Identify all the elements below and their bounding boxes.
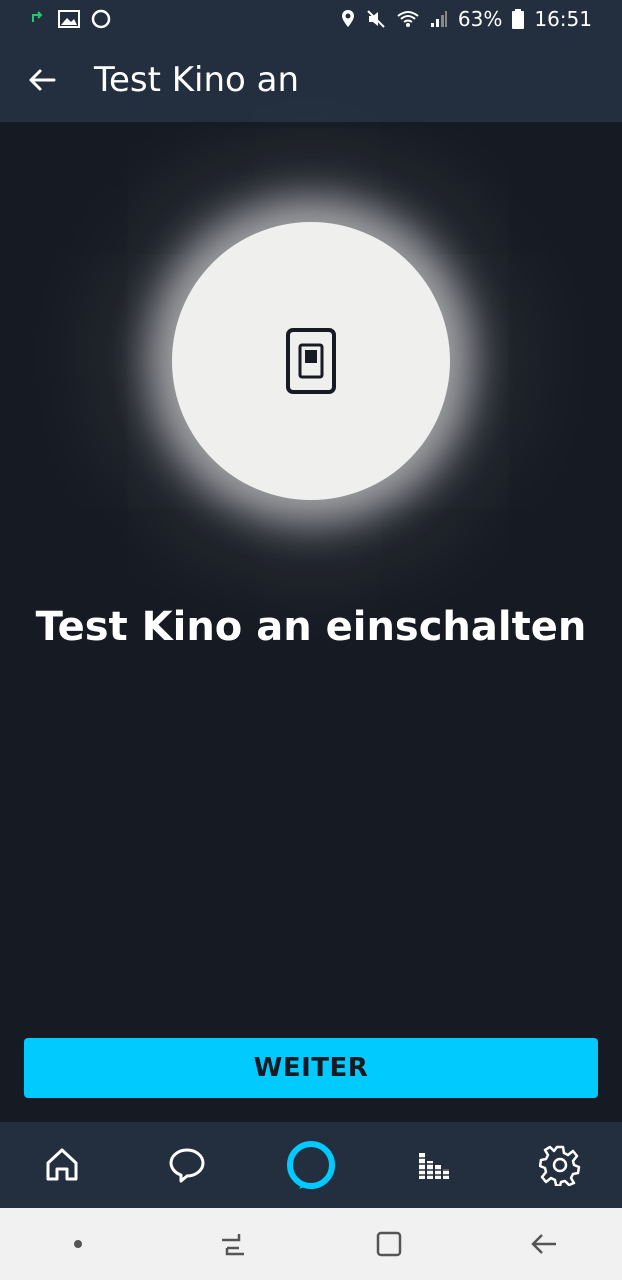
back-button[interactable] — [12, 50, 72, 110]
image-icon — [58, 10, 80, 28]
headline: Test Kino an einschalten — [35, 604, 587, 650]
device-status-circle — [172, 222, 450, 500]
system-dot[interactable] — [43, 1214, 113, 1274]
nav-alexa[interactable] — [271, 1125, 351, 1205]
settings-icon — [538, 1145, 580, 1186]
page-title: Test Kino an — [94, 60, 300, 100]
home-square-icon — [376, 1231, 401, 1257]
battery-percent: 63% — [457, 7, 503, 31]
home-system-button[interactable] — [354, 1214, 424, 1274]
continue-button[interactable]: WEITER — [24, 1038, 598, 1098]
chat-icon — [169, 1148, 205, 1183]
dot-icon — [73, 1240, 82, 1248]
call-forward-icon — [32, 11, 43, 22]
nav-devices[interactable] — [520, 1125, 600, 1205]
app-bar: Test Kino an — [0, 38, 622, 122]
home-icon — [46, 1148, 78, 1181]
nav-communicate[interactable] — [147, 1125, 227, 1205]
status-bar: 63% 16:51 — [0, 0, 622, 38]
signal-icon — [430, 11, 447, 27]
recents-icon — [222, 1234, 245, 1256]
status-right: 63% 16:51 — [340, 7, 592, 31]
wifi-icon — [397, 11, 419, 27]
nav-home[interactable] — [22, 1125, 102, 1205]
clock: 16:51 — [534, 7, 592, 31]
nav-play[interactable] — [395, 1125, 475, 1205]
play-icon — [419, 1153, 450, 1179]
status-left — [30, 8, 112, 30]
location-icon — [341, 10, 354, 27]
bottom-nav — [0, 1122, 622, 1208]
alexa-status-icon — [91, 9, 111, 29]
battery-icon — [512, 9, 525, 29]
recents-button[interactable] — [198, 1214, 268, 1274]
mute-icon — [367, 10, 385, 28]
alexa-icon — [286, 1141, 335, 1189]
arrow-left-icon — [29, 69, 56, 91]
light-switch-icon — [286, 328, 336, 394]
system-nav — [0, 1208, 622, 1280]
back-arrow-icon — [531, 1234, 557, 1254]
back-system-button[interactable] — [509, 1214, 579, 1274]
